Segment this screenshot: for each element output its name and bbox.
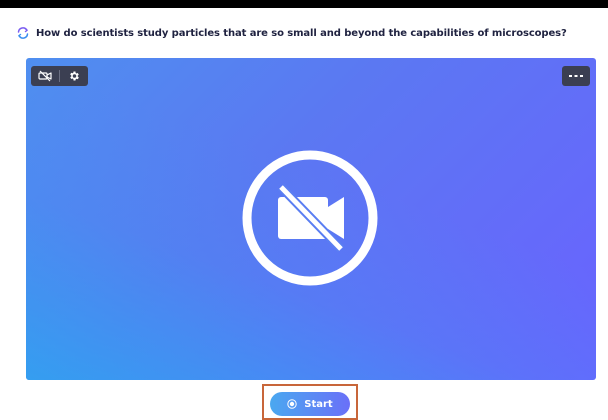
camera-off-icon bbox=[38, 70, 52, 82]
page: How do scientists study particles that a… bbox=[0, 8, 608, 420]
camera-off-icon bbox=[241, 149, 379, 287]
settings-button[interactable] bbox=[60, 66, 88, 86]
refresh-icon bbox=[16, 26, 30, 40]
video-toolbar bbox=[31, 66, 88, 86]
record-icon bbox=[287, 399, 297, 409]
more-options-button[interactable] bbox=[562, 66, 590, 86]
more-options-icon bbox=[569, 74, 583, 78]
start-button-label: Start bbox=[304, 398, 333, 410]
start-button[interactable]: Start bbox=[270, 392, 350, 416]
question-row: How do scientists study particles that a… bbox=[16, 24, 567, 42]
question-text: How do scientists study particles that a… bbox=[36, 27, 567, 39]
camera-toggle-button[interactable] bbox=[31, 66, 59, 86]
gear-icon bbox=[68, 70, 80, 82]
video-panel bbox=[26, 58, 596, 380]
